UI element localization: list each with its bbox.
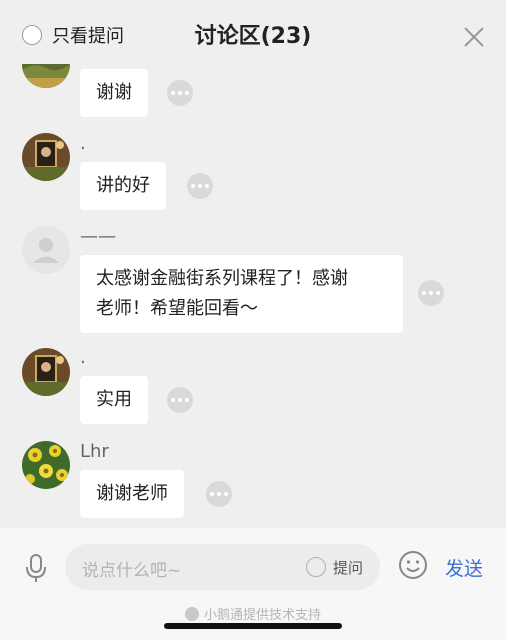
message-bubble: 谢谢老师 [80,470,184,518]
ask-question-checkbox[interactable] [306,557,326,577]
avatar[interactable] [22,348,70,396]
emoji-icon[interactable] [398,550,428,580]
microphone-icon[interactable] [24,553,48,583]
more-options-button[interactable] [167,80,193,106]
avatar[interactable] [22,133,70,181]
page-title: 讨论区(23) [194,24,312,49]
message-list[interactable]: 谢谢 . 讲的好 —— 太感谢金融街系列课程了！感谢 老师！希望能回看～ . 实… [0,0,506,528]
message-bubble: 谢谢 [80,69,148,117]
send-button[interactable]: 发送 [445,554,483,581]
message-bubble: 太感谢金融街系列课程了！感谢 老师！希望能回看～ [80,255,403,333]
brand-logo-icon [184,606,199,621]
home-indicator[interactable] [164,623,342,629]
ask-question-label[interactable]: 提问 [333,557,363,578]
author-name: —— [80,226,116,247]
author-name: . [80,133,86,154]
message-line: 老师！希望能回看～ [96,298,258,319]
more-options-button[interactable] [187,173,213,199]
input-placeholder: 说点什么吧~ [82,561,182,581]
message-bubble: 实用 [80,376,148,424]
powered-by: 小鹅通提供技术支持 [0,604,506,623]
more-options-button[interactable] [206,481,232,507]
avatar[interactable] [22,441,70,489]
more-options-button[interactable] [167,387,193,413]
input-bar: 说点什么吧~ 提问 发送 小鹅通提供技术支持 [0,528,506,640]
comment-input[interactable]: 说点什么吧~ 提问 [65,544,380,590]
close-icon[interactable] [461,24,487,50]
author-name: . [80,347,86,368]
powered-by-text: 小鹅通提供技术支持 [203,608,321,623]
message-line: 太感谢金融街系列课程了！感谢 [96,268,348,289]
message-bubble: 讲的好 [80,162,166,210]
more-options-button[interactable] [418,280,444,306]
avatar[interactable] [22,226,70,274]
header: 只看提问 讨论区(23) [0,0,506,64]
author-name: Lhr [80,441,109,462]
